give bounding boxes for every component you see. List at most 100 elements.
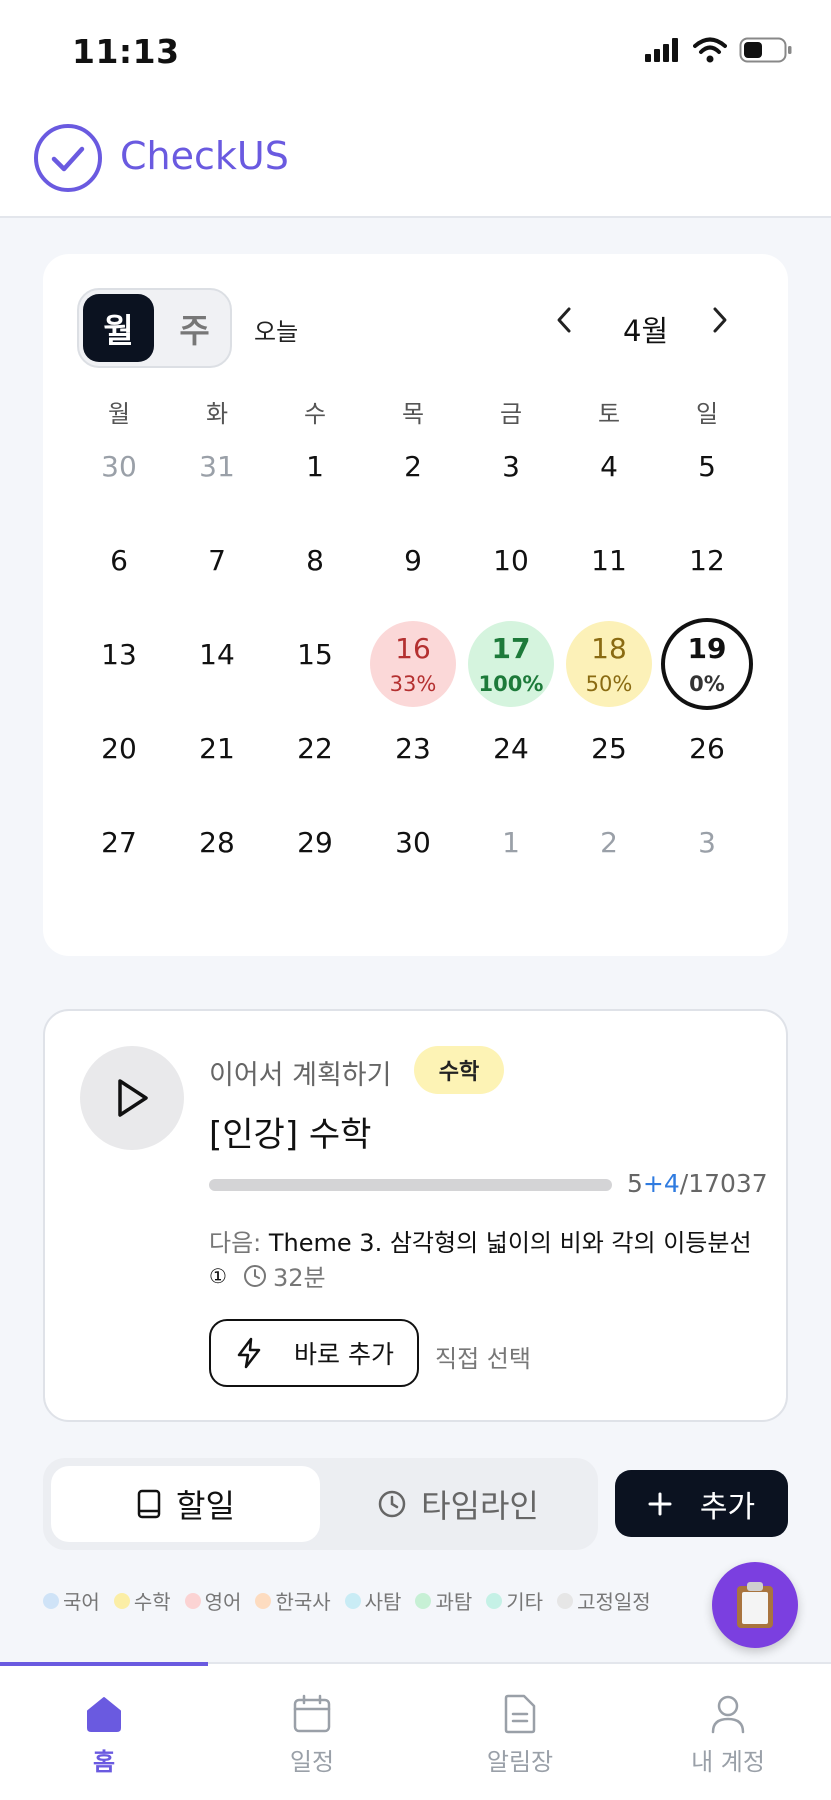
day-number: 10 [493,544,529,577]
day-number: 27 [101,826,137,859]
calendar-day-progress[interactable]: 16 33% [364,621,462,716]
next-label: 다음: [209,1229,262,1257]
chevron-right-icon [713,307,727,333]
month-label: 4월 [623,314,669,348]
calendar-day[interactable]: 21 [168,716,266,810]
day-number: 19 [687,632,727,665]
day-progress-percent: 0% [689,672,725,696]
manual-select-link[interactable]: 직접 선택 [435,1339,531,1374]
legend-label: 과탐 [435,1590,473,1614]
calendar-day[interactable]: 3 [658,810,756,904]
app-header: CheckUS [0,100,831,218]
tab-todo[interactable]: 할일 [51,1466,320,1542]
day-number: 4 [600,450,618,483]
nav-notices[interactable]: 알림장 [416,1694,624,1777]
calendar-day[interactable]: 29 [266,810,364,904]
subject-badge: 수학 [414,1046,504,1094]
calendar-day[interactable]: 2 [560,810,658,904]
legend-item: 고정일정 [557,1586,651,1615]
calendar-day[interactable]: 4 [560,434,658,528]
tab-timeline[interactable]: 타임라인 [326,1466,590,1542]
calendar-card: 월 주 오늘 4월 월 화 수 목 금 토 일 30 31 1 2 3 4 5 … [43,254,788,956]
today-button[interactable]: 오늘 [254,312,298,347]
calendar-day[interactable]: 26 [658,716,756,810]
calendar-day[interactable]: 1 [266,434,364,528]
calendar-day[interactable]: 9 [364,528,462,622]
calendar-week: 6 7 8 9 10 11 12 [70,528,756,622]
weekday-label: 수 [303,400,327,428]
calendar-day[interactable]: 13 [70,622,168,716]
day-number: 3 [502,450,520,483]
play-button[interactable] [80,1046,184,1150]
legend-label: 기타 [506,1590,544,1614]
month-view-button[interactable]: 월 [83,294,154,362]
next-month-button[interactable] [711,304,729,344]
calendar-day[interactable]: 30 [70,434,168,528]
calendar-day-progress[interactable]: 18 50% [560,621,658,716]
day-number: 12 [689,544,725,577]
view-toggle: 월 주 [77,288,232,368]
nav-active-indicator [0,1662,208,1666]
calendar-day[interactable]: 7 [168,528,266,622]
calendar-day-progress[interactable]: 17 100% [462,621,560,716]
calendar-day[interactable]: 5 [658,434,756,528]
legend-item: 수학 [113,1586,171,1615]
calendar-day[interactable]: 27 [70,810,168,904]
calendar-day[interactable]: 24 [462,716,560,810]
plus-icon [648,1492,672,1515]
add-button[interactable]: 추가 [615,1470,788,1537]
nav-account-label: 내 계정 [691,1748,765,1776]
nav-notices-label: 알림장 [486,1748,554,1776]
calendar-day[interactable]: 22 [266,716,364,810]
calendar-day[interactable]: 1 [462,810,560,904]
day-progress-percent: 33% [389,672,437,696]
day-number: 9 [404,544,422,577]
calendar-day[interactable]: 2 [364,434,462,528]
prev-month-button[interactable] [555,304,573,344]
day-number: 23 [395,732,431,765]
day-number: 26 [689,732,725,765]
calendar-day[interactable]: 15 [266,622,364,716]
calendar-day[interactable]: 14 [168,622,266,716]
plan-title: [인강] 수학 [209,1115,372,1155]
status-time: 11:13 [72,32,180,71]
weekday-label: 화 [205,400,229,428]
nav-home[interactable]: 홈 [0,1694,208,1777]
calendar-day[interactable]: 23 [364,716,462,810]
calendar-day[interactable]: 3 [462,434,560,528]
calendar-day[interactable]: 31 [168,434,266,528]
calendar-day[interactable]: 6 [70,528,168,622]
calendar-day[interactable]: 30 [364,810,462,904]
calendar-day[interactable]: 10 [462,528,560,622]
calendar-day-today[interactable]: 19 0% [658,618,756,716]
nav-account[interactable]: 내 계정 [624,1694,831,1777]
nav-schedule[interactable]: 일정 [208,1694,416,1777]
calendar-day[interactable]: 11 [560,528,658,622]
calendar-grid: 월 화 수 목 금 토 일 30 31 1 2 3 4 5 6 7 8 9 10… [70,394,756,904]
calendar-day[interactable]: 12 [658,528,756,622]
legend-dot [557,1592,574,1609]
calendar-day[interactable]: 8 [266,528,364,622]
clipboard-fab-button[interactable] [712,1562,798,1648]
next-item: 다음: Theme 3. 삼각형의 넓이의 비와 각의 이등분선 [209,1223,752,1258]
legend-label: 수학 [133,1590,171,1614]
app-title: CheckUS [120,134,289,178]
document-icon [504,1694,536,1734]
next-title: Theme 3. 삼각형의 넓이의 비와 각의 이등분선 [268,1229,752,1257]
calendar-day[interactable]: 20 [70,716,168,810]
legend-item: 과탐 [415,1586,472,1615]
day-number: 22 [297,732,333,765]
day-number: 20 [101,732,137,765]
day-number: 25 [591,732,627,765]
calendar-day[interactable]: 28 [168,810,266,904]
check-logo-icon [34,124,102,192]
quick-add-button[interactable]: 바로 추가 [209,1319,419,1387]
calendar-icon [293,1694,331,1733]
legend-dot [344,1592,361,1609]
day-number: 30 [101,450,137,483]
legend-dot [486,1592,503,1609]
week-view-button[interactable]: 주 [159,294,230,362]
calendar-day[interactable]: 25 [560,716,658,810]
legend-item: 한국사 [255,1586,331,1615]
legend-label: 국어 [63,1590,100,1614]
